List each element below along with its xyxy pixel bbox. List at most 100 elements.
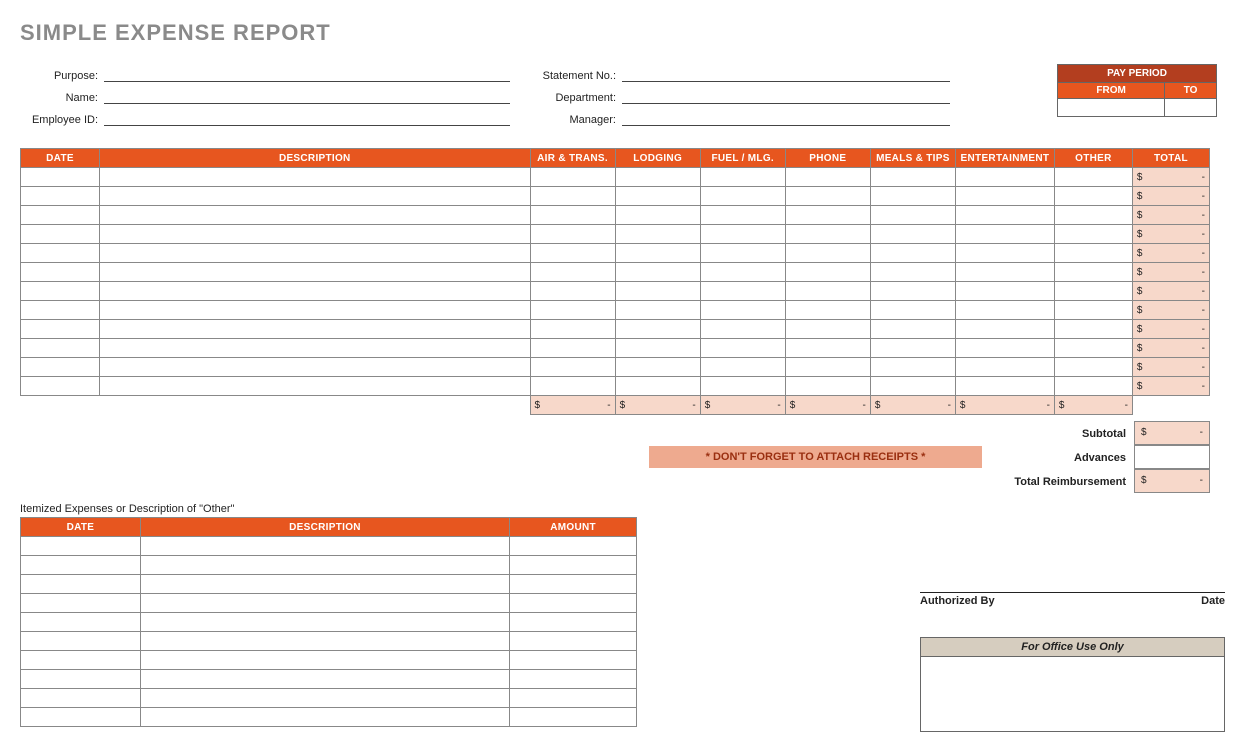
table-cell[interactable] — [21, 689, 141, 708]
table-cell[interactable] — [700, 225, 785, 244]
table-cell[interactable] — [955, 225, 1054, 244]
table-cell[interactable] — [1054, 206, 1132, 225]
advances-value[interactable] — [1134, 445, 1210, 469]
table-cell[interactable] — [21, 708, 141, 727]
table-cell[interactable] — [510, 670, 637, 689]
purpose-input[interactable] — [104, 68, 510, 82]
table-cell[interactable] — [510, 689, 637, 708]
table-cell[interactable] — [21, 537, 141, 556]
table-cell[interactable] — [785, 225, 870, 244]
table-cell[interactable] — [870, 187, 955, 206]
table-cell[interactable] — [140, 632, 509, 651]
table-cell[interactable] — [700, 244, 785, 263]
table-cell[interactable] — [21, 301, 100, 320]
table-cell[interactable] — [21, 244, 100, 263]
table-cell[interactable] — [21, 263, 100, 282]
table-cell[interactable] — [1054, 168, 1132, 187]
table-cell[interactable] — [1054, 358, 1132, 377]
table-cell[interactable] — [955, 187, 1054, 206]
table-cell[interactable] — [955, 263, 1054, 282]
table-cell[interactable] — [615, 168, 700, 187]
table-cell[interactable] — [615, 320, 700, 339]
table-cell[interactable] — [21, 206, 100, 225]
table-cell[interactable] — [21, 575, 141, 594]
table-cell[interactable] — [955, 301, 1054, 320]
table-cell[interactable] — [100, 301, 531, 320]
table-cell[interactable] — [615, 206, 700, 225]
table-cell[interactable] — [100, 206, 531, 225]
table-cell[interactable] — [530, 168, 615, 187]
pay-period-from-input[interactable] — [1058, 99, 1165, 117]
statement-no-input[interactable] — [622, 68, 950, 82]
table-cell[interactable] — [700, 187, 785, 206]
table-cell[interactable] — [530, 282, 615, 301]
table-cell[interactable] — [21, 556, 141, 575]
table-cell[interactable] — [140, 613, 509, 632]
table-cell[interactable] — [21, 320, 100, 339]
table-cell[interactable] — [100, 320, 531, 339]
table-cell[interactable] — [100, 377, 531, 396]
table-cell[interactable] — [1054, 244, 1132, 263]
table-cell[interactable] — [785, 301, 870, 320]
table-cell[interactable] — [530, 244, 615, 263]
table-cell[interactable] — [510, 651, 637, 670]
table-cell[interactable] — [530, 187, 615, 206]
table-cell[interactable] — [870, 339, 955, 358]
table-cell[interactable] — [510, 594, 637, 613]
table-cell[interactable] — [530, 358, 615, 377]
table-cell[interactable] — [21, 651, 141, 670]
table-cell[interactable] — [700, 377, 785, 396]
table-cell[interactable] — [615, 282, 700, 301]
table-cell[interactable] — [615, 244, 700, 263]
table-cell[interactable] — [700, 168, 785, 187]
table-cell[interactable] — [21, 168, 100, 187]
table-cell[interactable] — [870, 168, 955, 187]
table-cell[interactable] — [615, 339, 700, 358]
table-cell[interactable] — [870, 206, 955, 225]
table-cell[interactable] — [510, 575, 637, 594]
table-cell[interactable] — [785, 358, 870, 377]
table-cell[interactable] — [530, 263, 615, 282]
table-cell[interactable] — [955, 339, 1054, 358]
table-cell[interactable] — [870, 282, 955, 301]
table-cell[interactable] — [785, 206, 870, 225]
table-cell[interactable] — [510, 613, 637, 632]
table-cell[interactable] — [510, 537, 637, 556]
table-cell[interactable] — [530, 225, 615, 244]
table-cell[interactable] — [1054, 225, 1132, 244]
table-cell[interactable] — [870, 358, 955, 377]
table-cell[interactable] — [870, 301, 955, 320]
table-cell[interactable] — [21, 613, 141, 632]
table-cell[interactable] — [700, 320, 785, 339]
table-cell[interactable] — [140, 594, 509, 613]
table-cell[interactable] — [785, 244, 870, 263]
table-cell[interactable] — [21, 225, 100, 244]
table-cell[interactable] — [955, 168, 1054, 187]
table-cell[interactable] — [140, 575, 509, 594]
table-cell[interactable] — [785, 263, 870, 282]
table-cell[interactable] — [100, 358, 531, 377]
table-cell[interactable] — [1054, 301, 1132, 320]
table-cell[interactable] — [955, 206, 1054, 225]
table-cell[interactable] — [700, 339, 785, 358]
name-input[interactable] — [104, 90, 510, 104]
table-cell[interactable] — [785, 377, 870, 396]
table-cell[interactable] — [870, 244, 955, 263]
table-cell[interactable] — [870, 263, 955, 282]
table-cell[interactable] — [140, 670, 509, 689]
table-cell[interactable] — [510, 556, 637, 575]
table-cell[interactable] — [700, 206, 785, 225]
employee-id-input[interactable] — [104, 112, 510, 126]
table-cell[interactable] — [1054, 339, 1132, 358]
table-cell[interactable] — [510, 632, 637, 651]
table-cell[interactable] — [955, 320, 1054, 339]
table-cell[interactable] — [140, 651, 509, 670]
table-cell[interactable] — [870, 377, 955, 396]
department-input[interactable] — [622, 90, 950, 104]
table-cell[interactable] — [100, 244, 531, 263]
table-cell[interactable] — [615, 187, 700, 206]
table-cell[interactable] — [100, 168, 531, 187]
table-cell[interactable] — [955, 282, 1054, 301]
table-cell[interactable] — [140, 556, 509, 575]
table-cell[interactable] — [615, 301, 700, 320]
